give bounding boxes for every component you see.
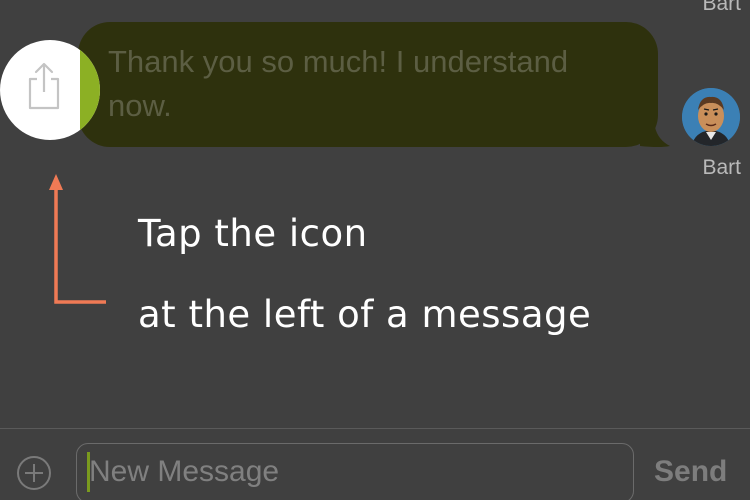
message-bubble[interactable]: Thank you so much! I understand now. (78, 22, 658, 147)
message-text: Thank you so much! I understand now. (108, 44, 569, 123)
sender-name-bottom: Bart (702, 156, 741, 179)
chat-screen: Bart Thank you so much! I understand now… (0, 0, 750, 500)
avatar-face-icon (682, 88, 740, 146)
send-button[interactable]: Send (654, 455, 727, 489)
tutorial-line-1: Tap the icon (138, 212, 368, 255)
share-icon (28, 62, 60, 110)
message-field[interactable] (76, 443, 634, 500)
bubble-tail (640, 118, 670, 147)
message-accent-bar (80, 40, 100, 140)
share-button[interactable] (0, 40, 100, 140)
message-input[interactable] (89, 452, 619, 492)
avatar[interactable] (682, 88, 740, 146)
tutorial-line-2: at the left of a message (138, 293, 592, 336)
plus-circle-icon[interactable] (16, 455, 52, 491)
up-arrow-icon (49, 174, 106, 304)
sender-name-top: Bart (702, 0, 741, 15)
message-composer: Send (0, 428, 750, 500)
